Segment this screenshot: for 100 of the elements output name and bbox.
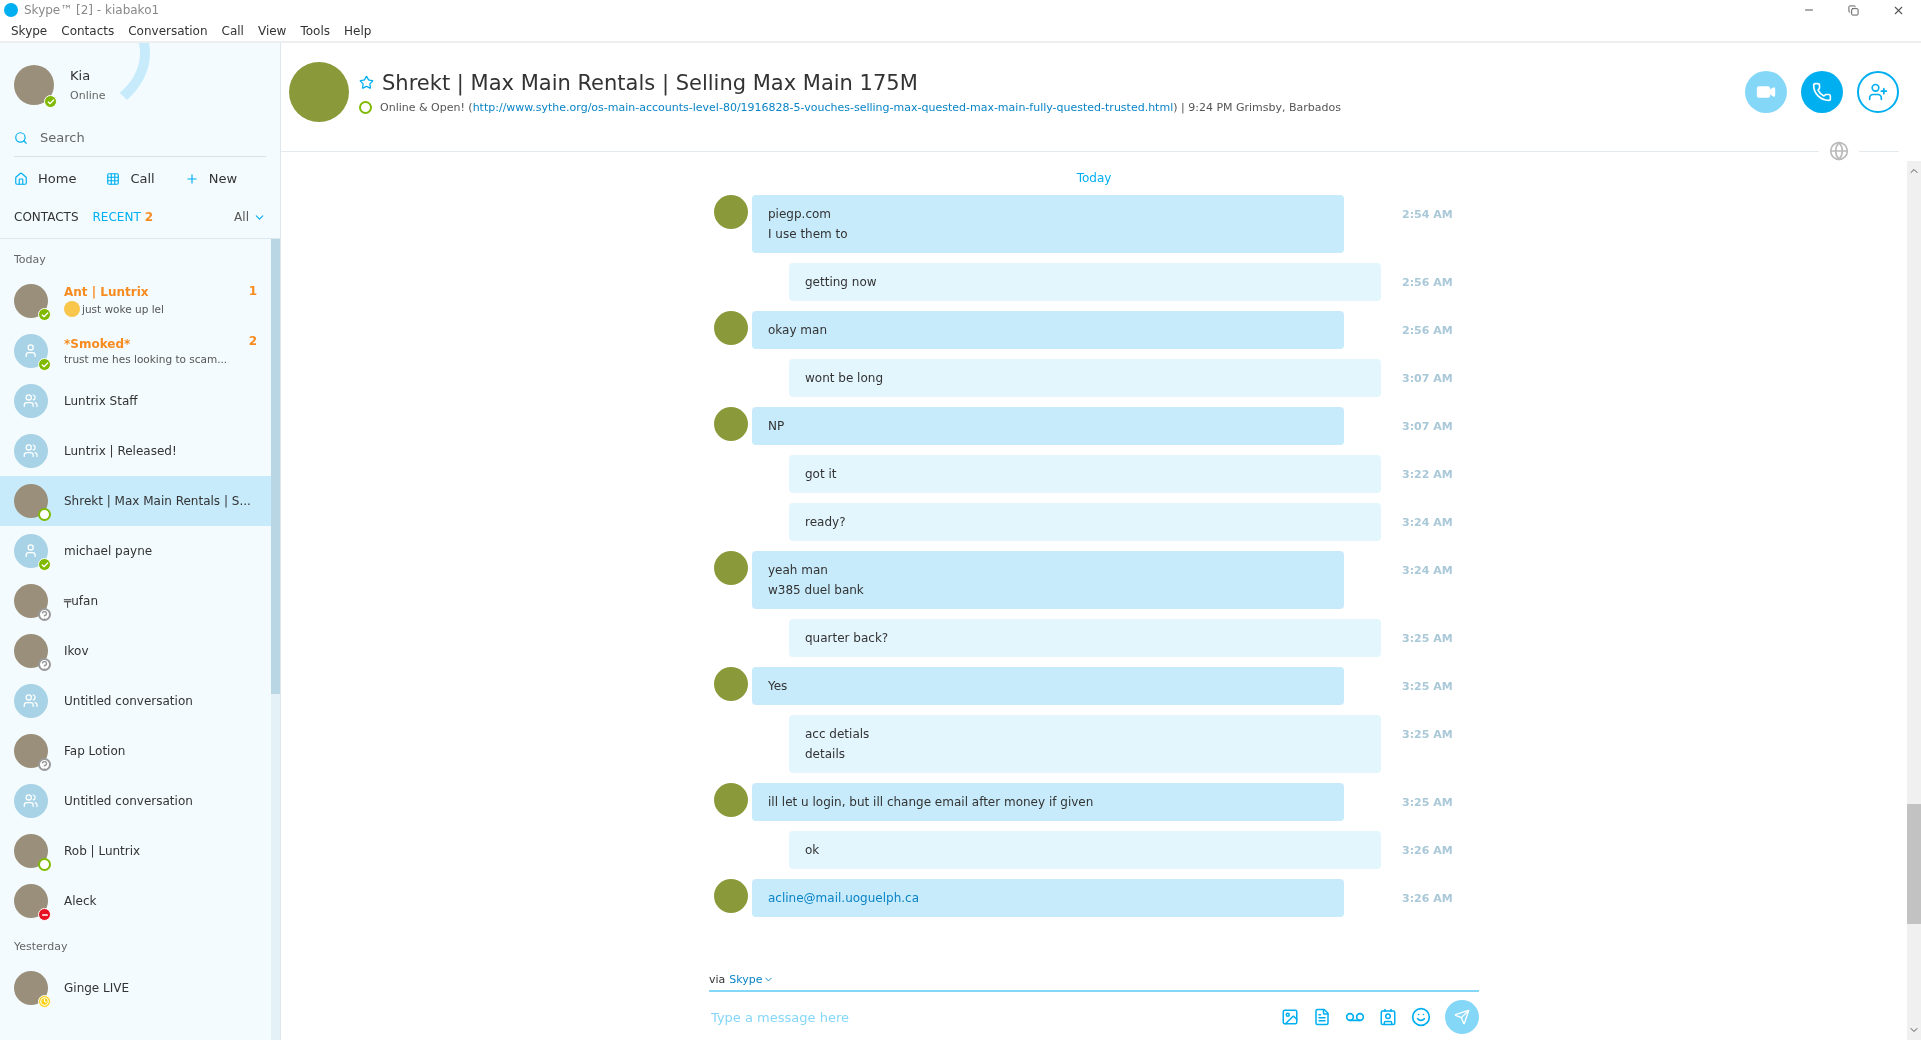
send-icon [1454, 1009, 1470, 1025]
unread-count: 1 [248, 284, 257, 298]
service-dropdown[interactable]: Skype [729, 973, 774, 986]
add-contact-button[interactable] [1857, 71, 1899, 113]
home-icon [14, 171, 28, 186]
message-time: 3:25 AM [1402, 727, 1453, 741]
mood-link[interactable]: http://www.sythe.org/os-main-accounts-level-80/1916828-5-vouches-selling-max-quested-max-main-fully-quested-trusted.html [472, 100, 1174, 114]
dialpad-icon [106, 171, 121, 186]
menu-item[interactable]: Help [337, 23, 379, 38]
file-icon[interactable] [1313, 1008, 1331, 1026]
contact-row[interactable]: Ikov [0, 626, 271, 676]
message-text: yeah man [768, 562, 829, 579]
favorite-star-icon[interactable] [359, 75, 374, 90]
send-button[interactable] [1445, 1000, 1479, 1034]
contact-row[interactable]: Ant | Luntrix just woke up lel 1 [0, 276, 271, 326]
list-tab[interactable]: CONTACTS [14, 210, 79, 224]
message-text: quarter back? [805, 630, 890, 647]
emoticon-icon[interactable] [1411, 1007, 1431, 1027]
contact-row[interactable]: Fap Lotion [0, 726, 271, 776]
contact-row[interactable]: Shrekt | Max Main Rentals | S... [0, 476, 271, 526]
message-time: 2:54 AM [1402, 207, 1453, 221]
section-label: Yesterday [13, 939, 69, 955]
conversation-title: Shrekt | Max Main Rentals | Selling Max Main 175M [382, 70, 918, 95]
profile-name: Kia [70, 68, 92, 83]
contact-row[interactable]: *Smoked* trust me hes looking to scam... 2 [0, 326, 271, 376]
contact-row[interactable]: michael payne [0, 526, 271, 576]
window-title: Skype™ [2] - kiabako1 [24, 3, 160, 17]
sender-avatar-photo [714, 783, 748, 817]
message-time: 3:24 AM [1402, 515, 1453, 529]
menu-item[interactable]: Conversation [121, 23, 215, 38]
contact-name: ╤ufan [64, 594, 99, 608]
message-text: ready? [805, 514, 847, 531]
menu-item[interactable]: Contacts [54, 23, 122, 38]
menu-item[interactable]: Tools [293, 23, 337, 38]
message-time: 3:26 AM [1402, 843, 1453, 857]
contact-name: Rob | Luntrix [64, 844, 142, 858]
sender-avatar-photo [714, 311, 748, 345]
contact-row[interactable]: Aleck [0, 876, 271, 926]
message-text: okay man [768, 322, 828, 339]
message-preview: trust me hes looking to scam... [64, 353, 228, 365]
contact-name: Luntrix | Released! [64, 444, 178, 458]
app-logo-icon [4, 3, 18, 17]
contact-name: Shrekt | Max Main Rentals | S... [64, 494, 252, 508]
message-time: 3:25 AM [1402, 679, 1453, 693]
message-time: 3:25 AM [1402, 631, 1453, 645]
phone-icon [1812, 82, 1832, 102]
contact-name: michael payne [64, 544, 154, 558]
message-text: w385 duel bank [768, 582, 865, 599]
video-call-button[interactable] [1745, 71, 1787, 113]
message-time: 3:22 AM [1402, 467, 1453, 481]
image-icon[interactable] [1281, 1008, 1299, 1026]
message-time: 2:56 AM [1402, 323, 1453, 337]
message-text: NP [768, 418, 786, 435]
message-text: piegp.com [768, 206, 832, 223]
contact-name: Untitled conversation [64, 794, 194, 808]
contact-name: Ikov [64, 644, 90, 658]
message-text: details [805, 746, 846, 763]
filter-dropdown[interactable]: All [234, 210, 266, 224]
sender-avatar-photo [714, 195, 748, 229]
contact-row[interactable]: Luntrix Staff [0, 376, 271, 426]
contact-name: Ant | Luntrix [64, 285, 150, 299]
contact-row[interactable]: Luntrix | Released! [0, 426, 271, 476]
sender-avatar-photo [714, 667, 748, 701]
message-time: 3:07 AM [1402, 371, 1453, 385]
call-button[interactable] [1801, 71, 1843, 113]
message-time: 2:56 AM [1402, 275, 1453, 289]
message-text: wont be long [805, 370, 884, 387]
restore-icon [1848, 4, 1859, 16]
section-label: Today [13, 252, 47, 268]
scroll-thumb[interactable] [271, 239, 280, 694]
contact-name: Fap Lotion [64, 744, 127, 758]
plus-icon [184, 171, 199, 186]
contact-name: *Smoked* [64, 337, 132, 351]
menu-item[interactable]: View [250, 23, 294, 38]
nav-button[interactable]: Call [106, 171, 155, 186]
scroll-thumb[interactable] [1907, 804, 1921, 924]
menu-item[interactable]: Call [214, 23, 251, 38]
contact-name: Luntrix Staff [64, 394, 139, 408]
contact-row[interactable]: Rob | Luntrix [0, 826, 271, 876]
contact-row[interactable]: Untitled conversation [0, 676, 271, 726]
message-text: Yes [768, 678, 789, 695]
nav-button[interactable]: New [184, 171, 238, 186]
menu-item[interactable]: Skype [4, 23, 55, 38]
profile-status: Online [70, 89, 106, 102]
message-text: ok [805, 842, 821, 859]
contact-row[interactable]: ╤ufan [0, 576, 271, 626]
contact-name: Untitled conversation [64, 694, 194, 708]
contact-row[interactable]: Ginge LIVE [0, 963, 271, 1013]
globe-icon[interactable] [1829, 141, 1849, 161]
profile-avatar [14, 65, 54, 105]
nav-button[interactable]: Home [14, 171, 77, 186]
search-field[interactable]: Search [38, 129, 266, 146]
message-text: got it [805, 466, 838, 483]
message-preview: just woke up lel [82, 303, 164, 315]
message-text: acc detials [805, 726, 871, 743]
contact-card-icon[interactable] [1379, 1008, 1397, 1026]
sender-avatar-photo [714, 879, 748, 913]
contact-row[interactable]: Untitled conversation [0, 776, 271, 826]
mood-message: Online & Open! (http://www.sythe.org/os-main-accounts-level-80/1916828-5-vouches-selling-max-quested-max-main-fully-quested-trusted.html) | 9:24 PM Grimsby, Barbados [380, 100, 1342, 114]
sender-avatar-photo [714, 407, 748, 441]
